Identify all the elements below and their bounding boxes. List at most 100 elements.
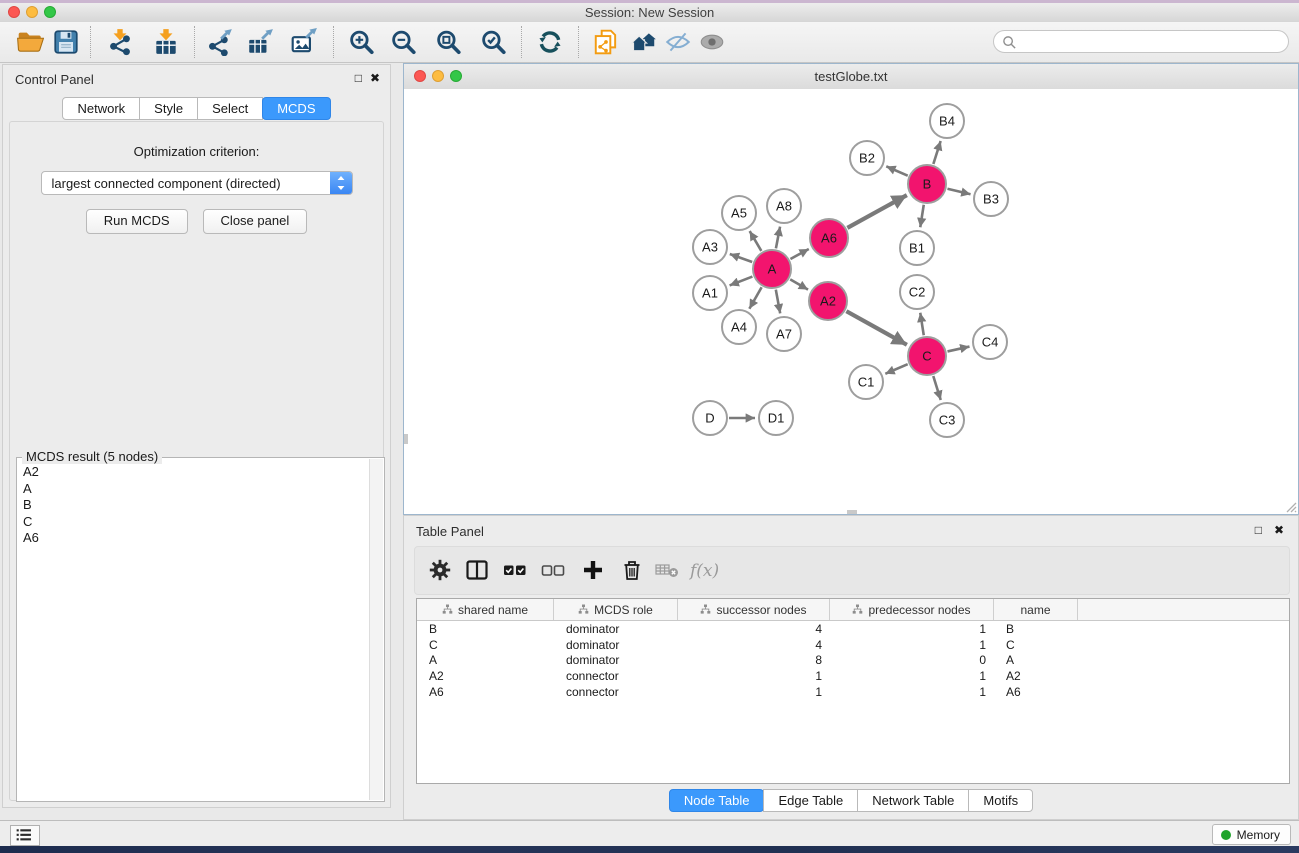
table-row[interactable]: A2connector11A2 (417, 668, 1289, 684)
column-header[interactable]: name (994, 599, 1078, 620)
node-B2[interactable]: B2 (850, 141, 884, 175)
new-network-from-selection-icon[interactable] (592, 28, 620, 56)
delete-columns-icon[interactable] (619, 557, 647, 585)
edge-B-B1[interactable] (920, 205, 924, 228)
table-row[interactable]: Adominator80A (417, 652, 1289, 668)
export-image-icon[interactable] (290, 28, 318, 56)
table-row[interactable]: Cdominator41C (417, 637, 1289, 653)
node-C2[interactable]: C2 (900, 275, 934, 309)
node-A6[interactable]: A6 (810, 219, 848, 257)
horizontal-scroll-indicator[interactable] (847, 510, 857, 514)
node-D1[interactable]: D1 (759, 401, 793, 435)
run-mcds-button[interactable]: Run MCDS (86, 209, 188, 234)
show-all-icon[interactable] (698, 28, 726, 56)
close-panel-icon[interactable]: ✖ (370, 71, 380, 85)
result-item[interactable]: A6 (18, 530, 370, 547)
node-A1[interactable]: A1 (693, 276, 727, 310)
tab-motifs[interactable]: Motifs (968, 789, 1033, 812)
edge-C-C2[interactable] (920, 313, 924, 336)
edge-A-A7[interactable] (776, 290, 780, 314)
node-D[interactable]: D (693, 401, 727, 435)
column-header[interactable]: successor nodes (678, 599, 830, 620)
float-panel-icon[interactable]: □ (355, 71, 362, 85)
edge-A-A5[interactable] (750, 231, 762, 251)
column-header[interactable]: shared name (417, 599, 554, 620)
network-canvas[interactable]: B4B2BB3A8A5A6A3B1AC2A1A2A4A7C4CC1DD1C3 (404, 89, 1298, 514)
export-table-icon[interactable] (246, 28, 274, 56)
edge-C-C4[interactable] (947, 347, 969, 352)
resize-grip-icon[interactable] (1283, 499, 1297, 513)
close-panel-button[interactable]: Close panel (203, 209, 308, 234)
node-A5[interactable]: A5 (722, 196, 756, 230)
edge-B-B2[interactable] (886, 166, 907, 175)
memory-button[interactable]: Memory (1212, 824, 1291, 845)
edge-A-A6[interactable] (790, 249, 808, 259)
tab-network-table[interactable]: Network Table (857, 789, 969, 812)
export-network-icon[interactable] (206, 28, 234, 56)
edge-A-A1[interactable] (730, 277, 753, 286)
node-B[interactable]: B (908, 165, 946, 203)
zoom-out-icon[interactable] (389, 28, 417, 56)
zoom-fit-icon[interactable] (434, 28, 462, 56)
delete-table-icon[interactable] (654, 557, 682, 585)
zoom-selected-icon[interactable] (479, 28, 507, 56)
node-A2[interactable]: A2 (809, 282, 847, 320)
edge-C-C3[interactable] (933, 376, 940, 400)
column-header[interactable]: predecessor nodes (830, 599, 994, 620)
node-C[interactable]: C (908, 337, 946, 375)
tab-node-table[interactable]: Node Table (669, 789, 765, 812)
float-panel-icon[interactable]: □ (1255, 523, 1262, 537)
node-C1[interactable]: C1 (849, 365, 883, 399)
edge-A-A8[interactable] (776, 227, 780, 249)
edge-A6-B[interactable] (847, 195, 906, 228)
tab-edge-table[interactable]: Edge Table (763, 789, 858, 812)
result-item[interactable]: C (18, 514, 370, 531)
hide-selected-icon[interactable] (664, 28, 692, 56)
search-input[interactable] (1020, 33, 1284, 52)
show-panels-button[interactable] (10, 825, 40, 846)
vertical-scroll-indicator[interactable] (404, 434, 408, 444)
result-item[interactable]: A2 (18, 464, 370, 481)
edge-B-B3[interactable] (947, 189, 970, 194)
deselect-all-icon[interactable] (540, 557, 568, 585)
node-A7[interactable]: A7 (767, 317, 801, 351)
network-window-titlebar[interactable]: testGlobe.txt (404, 64, 1298, 90)
tab-style[interactable]: Style (139, 97, 198, 120)
save-session-icon[interactable] (52, 28, 80, 56)
tab-network[interactable]: Network (62, 97, 140, 120)
table-row[interactable]: A6connector11A6 (417, 684, 1289, 700)
table-row[interactable]: Bdominator41B (417, 621, 1289, 637)
zoom-in-icon[interactable] (347, 28, 375, 56)
result-scrollbar[interactable] (369, 459, 383, 800)
edge-A-A2[interactable] (790, 279, 808, 289)
node-B3[interactable]: B3 (974, 182, 1008, 216)
node-A8[interactable]: A8 (767, 189, 801, 223)
add-column-icon[interactable] (580, 557, 608, 585)
edge-C-C1[interactable] (885, 364, 907, 374)
criterion-dropdown[interactable]: largest connected component (directed) (41, 171, 353, 195)
edge-B-B4[interactable] (933, 141, 940, 164)
edge-A2-C[interactable] (846, 311, 907, 345)
close-panel-icon[interactable]: ✖ (1274, 523, 1284, 537)
node-A[interactable]: A (753, 250, 791, 288)
select-all-icon[interactable] (502, 557, 530, 585)
split-view-icon[interactable] (464, 557, 492, 585)
node-B4[interactable]: B4 (930, 104, 964, 138)
node-B1[interactable]: B1 (900, 231, 934, 265)
import-network-icon[interactable] (106, 28, 134, 56)
edge-A-A3[interactable] (730, 254, 752, 262)
import-table-icon[interactable] (152, 28, 180, 56)
tab-select[interactable]: Select (197, 97, 263, 120)
column-header[interactable]: MCDS role (554, 599, 678, 620)
open-session-icon[interactable] (16, 28, 44, 56)
edge-A-A4[interactable] (749, 287, 761, 308)
node-C3[interactable]: C3 (930, 403, 964, 437)
result-item[interactable]: B (18, 497, 370, 514)
node-C4[interactable]: C4 (973, 325, 1007, 359)
function-builder-icon[interactable]: f(x) (689, 557, 717, 585)
tab-mcds[interactable]: MCDS (262, 97, 330, 120)
node-A4[interactable]: A4 (722, 310, 756, 344)
table-settings-icon[interactable] (427, 557, 455, 585)
first-neighbors-icon[interactable] (630, 28, 658, 56)
apply-layout-icon[interactable] (536, 28, 564, 56)
